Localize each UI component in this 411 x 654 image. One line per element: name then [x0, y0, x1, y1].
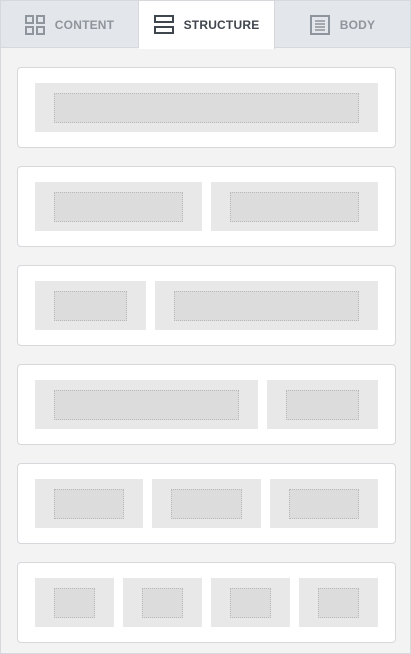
structure-row-1-col[interactable] [17, 67, 396, 148]
tab-structure[interactable]: STRUCTURE [139, 1, 275, 49]
content-placeholder [285, 389, 359, 420]
content-placeholder [54, 290, 128, 321]
structure-panel: CONTENT STRUCTURE BODY [0, 0, 411, 654]
structure-column [35, 182, 202, 231]
structure-column [266, 380, 378, 429]
content-placeholder [288, 488, 359, 519]
tab-content-label: CONTENT [54, 17, 115, 32]
structure-row-2-col[interactable] [17, 265, 396, 346]
structure-column [35, 479, 144, 528]
body-icon [309, 14, 330, 35]
structure-rows-list [17, 67, 396, 643]
tab-structure-label: STRUCTURE [183, 18, 260, 32]
structure-column [35, 380, 258, 429]
grid-icon [24, 14, 45, 35]
structure-column [211, 182, 378, 231]
content-placeholder [142, 587, 183, 618]
structure-column [211, 578, 290, 627]
structure-column [152, 479, 261, 528]
content-placeholder [230, 191, 359, 222]
structure-row-2-col[interactable] [17, 166, 396, 247]
structure-column [155, 281, 378, 330]
content-placeholder [318, 587, 359, 618]
structure-row-2-col[interactable] [17, 364, 396, 445]
structure-column [269, 479, 378, 528]
structure-row-3-col[interactable] [17, 463, 396, 544]
content-placeholder [230, 587, 271, 618]
structure-row-4-col[interactable] [17, 562, 396, 643]
content-placeholder [54, 92, 359, 123]
content-placeholder [171, 488, 242, 519]
structure-column [35, 578, 114, 627]
content-placeholder [54, 191, 183, 222]
content-placeholder [174, 290, 359, 321]
structure-column [299, 578, 378, 627]
structure-column [123, 578, 202, 627]
tab-body[interactable]: BODY [275, 1, 410, 48]
tab-body-label: BODY [339, 17, 376, 32]
structure-icon [153, 15, 174, 35]
structure-column [35, 281, 147, 330]
content-placeholder [54, 488, 125, 519]
content-placeholder [54, 587, 95, 618]
tab-bar: CONTENT STRUCTURE BODY [1, 1, 410, 49]
content-placeholder [54, 389, 239, 420]
structure-column [35, 83, 378, 132]
tab-content[interactable]: CONTENT [1, 1, 139, 48]
